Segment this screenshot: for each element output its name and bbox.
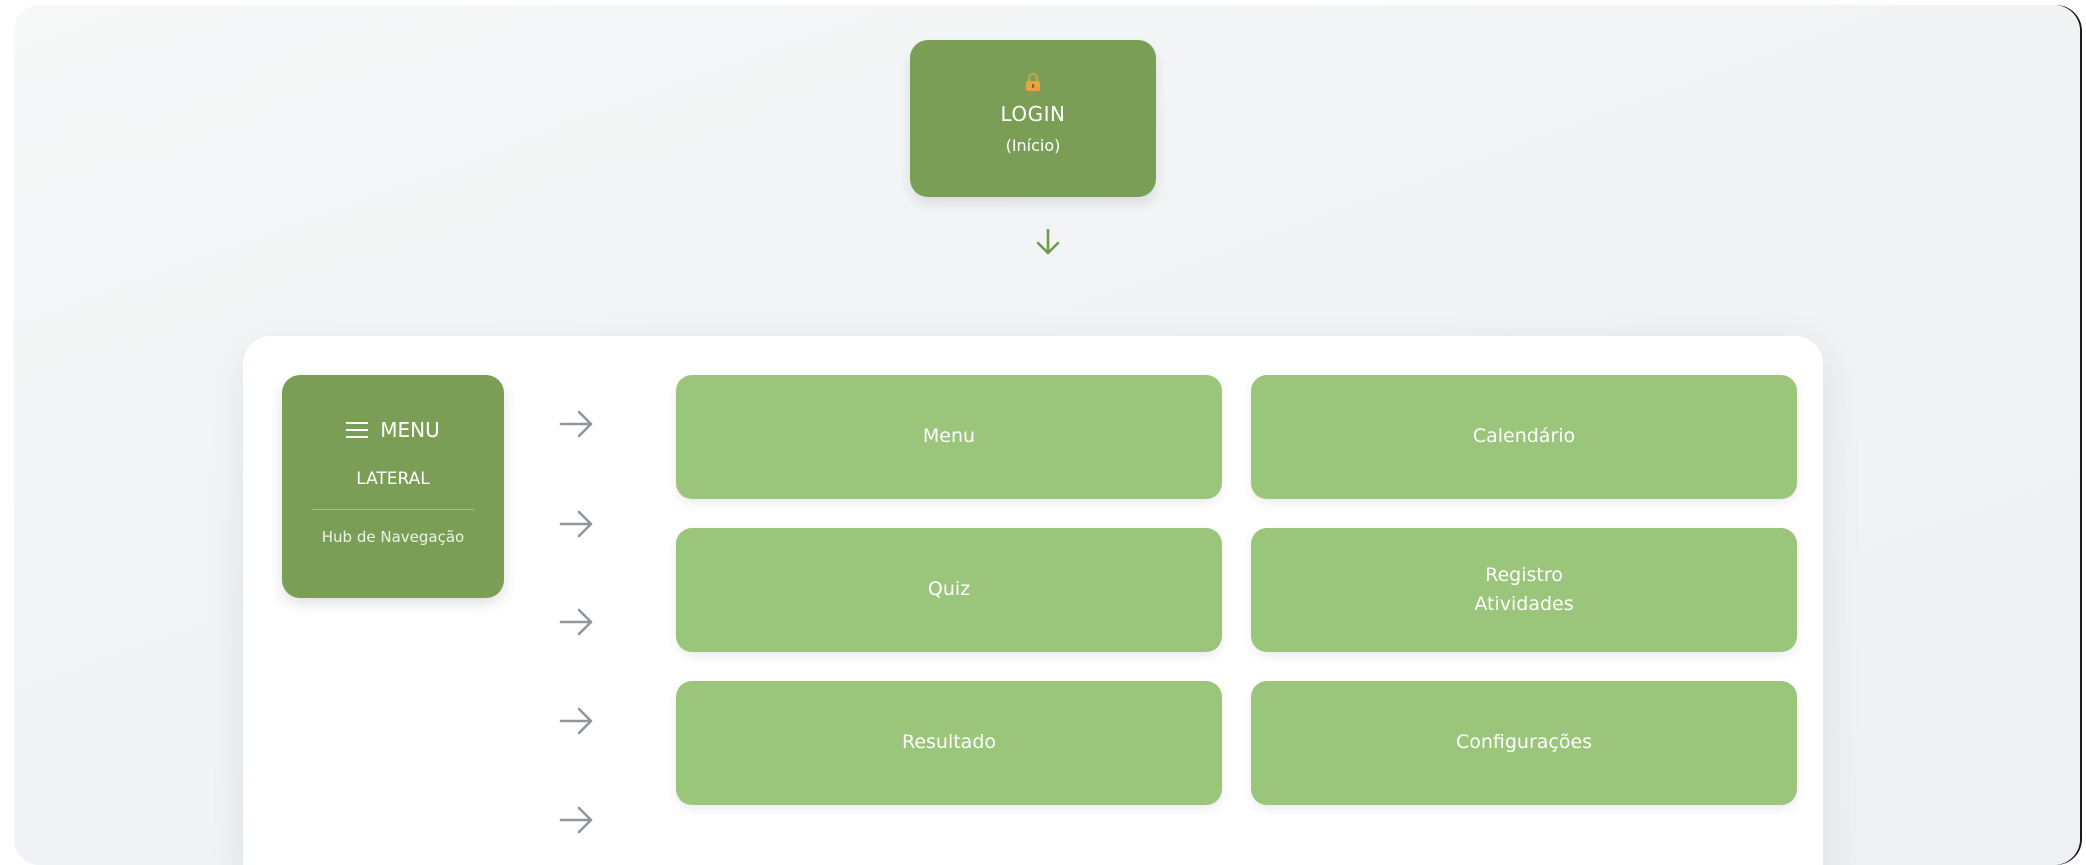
menu-title: MENU <box>380 418 440 442</box>
arrow-down-icon <box>1036 228 1060 255</box>
card-label: Quiz <box>927 578 971 601</box>
login-title: LOGIN <box>1000 102 1066 126</box>
diagram-canvas: LOGIN (Início) MENU LATERAL Hub de Naveg… <box>14 5 2080 865</box>
menu-subtitle: LATERAL <box>356 469 430 489</box>
arrow-right-icon <box>559 707 593 735</box>
arrow-right-icon <box>559 608 593 636</box>
card-resultado[interactable]: Resultado <box>676 681 1222 805</box>
card-configuracoes[interactable]: Configurações <box>1251 681 1797 805</box>
menu-description: Hub de Navegação <box>321 528 465 546</box>
card-label: Configurações <box>1455 731 1593 754</box>
card-label: Registro <box>1485 563 1563 586</box>
menu-divider <box>312 509 474 510</box>
card-label-line2: Atividades <box>1474 593 1574 615</box>
menu-lateral-node[interactable]: MENU LATERAL Hub de Navegação <box>282 375 504 598</box>
card-label: Resultado <box>901 731 997 754</box>
arrow-right-icon <box>559 806 593 834</box>
login-subtitle: (Início) <box>1005 136 1061 155</box>
card-label: Calendário <box>1472 425 1576 448</box>
hamburger-icon <box>346 422 369 438</box>
login-node[interactable]: LOGIN (Início) <box>910 40 1156 197</box>
arrow-right-icon <box>559 510 593 538</box>
card-menu[interactable]: Menu <box>676 375 1222 499</box>
card-label: Menu <box>922 425 976 448</box>
card-calendario[interactable]: Calendário <box>1251 375 1797 499</box>
navigation-panel: MENU LATERAL Hub de Navegação Menu Calen… <box>243 336 1823 865</box>
card-quiz[interactable]: Quiz <box>676 528 1222 652</box>
card-registro-atividades[interactable]: Registro Atividades <box>1251 528 1797 652</box>
lock-icon <box>1026 73 1040 91</box>
arrow-right-icon <box>559 410 593 438</box>
